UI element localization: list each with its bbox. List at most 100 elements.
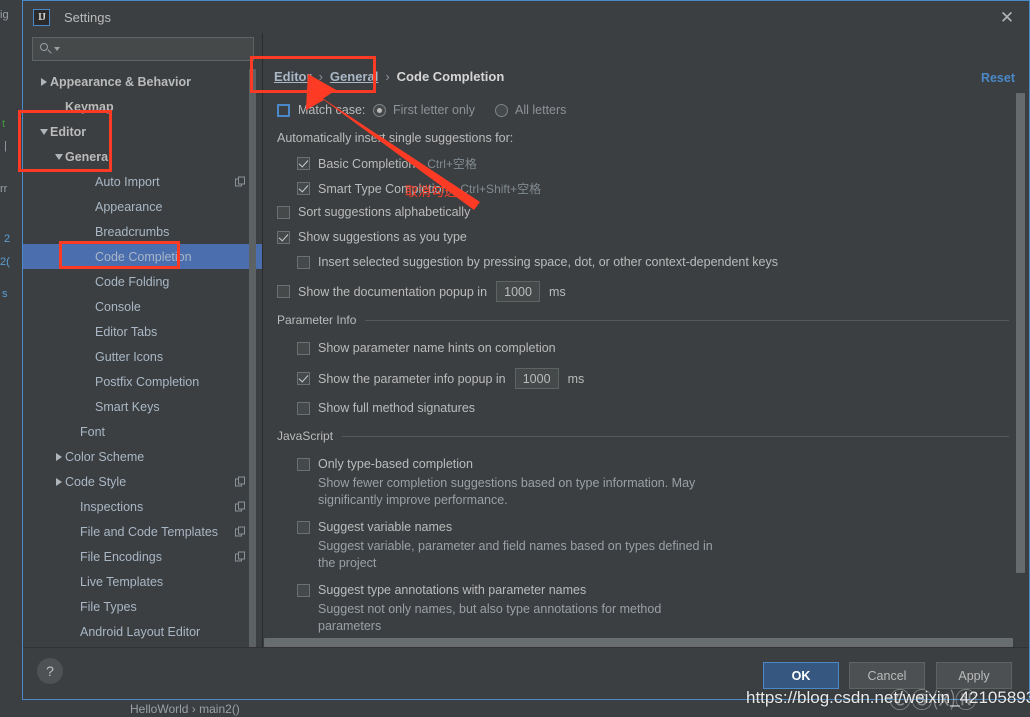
param-name-hints-checkbox[interactable] bbox=[297, 341, 310, 355]
show-as-you-type-row[interactable]: Show suggestions as you type bbox=[277, 230, 467, 244]
help-button[interactable]: ? bbox=[37, 658, 63, 684]
sidebar-item-label: Console bbox=[95, 299, 141, 314]
full-signatures-checkbox[interactable] bbox=[297, 401, 310, 415]
suggest-type-annotations-row[interactable]: Suggest type annotations with parameter … bbox=[297, 583, 586, 597]
chevron-right-icon[interactable] bbox=[52, 477, 65, 486]
param-info-popup-delay-field[interactable]: 1000 bbox=[514, 368, 559, 389]
sidebar-item-appearance-behavior[interactable]: Appearance & Behavior bbox=[23, 69, 262, 94]
sidebar-item-auto-import[interactable]: Auto Import bbox=[23, 169, 262, 194]
search-box[interactable] bbox=[32, 37, 254, 61]
close-icon[interactable]: ✕ bbox=[997, 7, 1017, 27]
sidebar-item-smart-keys[interactable]: Smart Keys bbox=[23, 394, 262, 419]
suggest-type-annotations-checkbox[interactable] bbox=[297, 583, 310, 597]
smart-type-completion-row[interactable]: Smart Type Completion Ctrl+Shift+空格 bbox=[297, 180, 541, 197]
apply-button[interactable]: Apply bbox=[936, 662, 1012, 689]
sidebar-item-label: Color Scheme bbox=[65, 449, 145, 464]
sidebar-item-appearance[interactable]: Appearance bbox=[23, 194, 262, 219]
match-case-row[interactable]: Match case: bbox=[277, 103, 365, 117]
content-vertical-scrollbar[interactable] bbox=[1016, 93, 1025, 573]
search-input[interactable] bbox=[64, 41, 247, 57]
smart-type-completion-shortcut: Ctrl+Shift+空格 bbox=[460, 182, 542, 196]
sidebar-item-general[interactable]: General bbox=[23, 144, 262, 169]
param-info-popup-checkbox[interactable] bbox=[297, 372, 310, 385]
doc-popup-checkbox[interactable] bbox=[277, 285, 290, 298]
insert-selected-checkbox[interactable] bbox=[297, 255, 310, 269]
content-vertical-scrollbar-thumb[interactable] bbox=[1016, 93, 1025, 573]
doc-popup-row[interactable]: Show the documentation popup in 1000 ms bbox=[277, 281, 566, 302]
sidebar-item-editor-tabs[interactable]: Editor Tabs bbox=[23, 319, 262, 344]
cancel-button[interactable]: Cancel bbox=[849, 662, 925, 689]
param-info-popup-row[interactable]: Show the parameter info popup in 1000 ms bbox=[297, 368, 584, 389]
chevron-down-icon[interactable] bbox=[37, 128, 50, 135]
sidebar-item-label: File Encodings bbox=[80, 549, 162, 564]
sidebar-item-label: Keymap bbox=[65, 99, 114, 114]
all-letters-label: All letters bbox=[515, 103, 567, 117]
insert-selected-row[interactable]: Insert selected suggestion by pressing s… bbox=[297, 255, 778, 269]
basic-completion-checkbox[interactable] bbox=[297, 157, 310, 170]
sidebar-scrollbar[interactable] bbox=[249, 69, 256, 647]
sidebar-item-code-style[interactable]: Code Style bbox=[23, 469, 262, 494]
smart-type-completion-checkbox[interactable] bbox=[297, 182, 310, 195]
sidebar-item-android-layout-editor[interactable]: Android Layout Editor bbox=[23, 619, 262, 644]
first-letter-only-radio[interactable] bbox=[373, 103, 386, 117]
chevron-right-icon[interactable] bbox=[52, 452, 65, 461]
sidebar-item-console[interactable]: Console bbox=[23, 294, 262, 319]
only-type-based-row[interactable]: Only type-based completion bbox=[297, 457, 473, 471]
insert-selected-label: Insert selected suggestion by pressing s… bbox=[318, 255, 778, 269]
sidebar-item-code-folding[interactable]: Code Folding bbox=[23, 269, 262, 294]
javascript-group-header: JavaScript bbox=[277, 429, 1009, 443]
copy-settings-icon bbox=[235, 551, 246, 562]
all-letters-radio-row[interactable]: All letters bbox=[495, 103, 566, 117]
sidebar-scrollbar-thumb[interactable] bbox=[249, 69, 256, 647]
basic-completion-row[interactable]: Basic Completion Ctrl+空格 bbox=[297, 155, 477, 172]
sort-alphabetically-checkbox[interactable] bbox=[277, 205, 290, 219]
sidebar-item-file-encodings[interactable]: File Encodings bbox=[23, 544, 262, 569]
match-case-checkbox[interactable] bbox=[277, 103, 290, 117]
sidebar-item-file-types[interactable]: File Types bbox=[23, 594, 262, 619]
breadcrumb-separator-2: › bbox=[385, 69, 390, 84]
sidebar-item-breadcrumbs[interactable]: Breadcrumbs bbox=[23, 219, 262, 244]
sidebar-item-inspections[interactable]: Inspections bbox=[23, 494, 262, 519]
content-horizontal-scrollbar-thumb[interactable] bbox=[264, 638, 1013, 647]
ide-left-edge bbox=[0, 0, 22, 717]
settings-detail-pane: Editor › General › Code Completion Reset… bbox=[262, 33, 1029, 647]
param-name-hints-row[interactable]: Show parameter name hints on completion bbox=[297, 341, 556, 355]
all-letters-radio[interactable] bbox=[495, 103, 508, 117]
suggest-variable-names-checkbox[interactable] bbox=[297, 520, 310, 534]
breadcrumb-item-editor[interactable]: Editor bbox=[274, 69, 312, 84]
only-type-based-description: Show fewer completion suggestions based … bbox=[318, 476, 696, 507]
dialog-body: Appearance & Behavior Keymap Editor General… bbox=[23, 33, 1029, 647]
sort-alphabetically-row[interactable]: Sort suggestions alphabetically bbox=[277, 205, 470, 219]
content-horizontal-scrollbar[interactable] bbox=[264, 638, 1013, 647]
sidebar-item-live-templates[interactable]: Live Templates bbox=[23, 569, 262, 594]
sidebar-item-color-scheme[interactable]: Color Scheme bbox=[23, 444, 262, 469]
ok-button[interactable]: OK bbox=[763, 662, 839, 689]
reset-link[interactable]: Reset bbox=[981, 71, 1015, 85]
sidebar-item-label: Postfix Completion bbox=[95, 374, 200, 389]
first-letter-only-radio-row[interactable]: First letter only bbox=[373, 103, 475, 117]
sidebar-item-label: Appearance & Behavior bbox=[50, 74, 192, 89]
doc-popup-delay-field[interactable]: 1000 bbox=[496, 281, 541, 302]
parameter-info-group-header: Parameter Info bbox=[277, 313, 1009, 327]
chevron-down-icon[interactable] bbox=[52, 153, 65, 160]
ide-background-text: 2 bbox=[4, 233, 11, 245]
chevron-right-icon[interactable] bbox=[37, 77, 50, 86]
sidebar-item-code-completion[interactable]: Code Completion bbox=[23, 244, 262, 269]
sidebar-item-keymap[interactable]: Keymap bbox=[23, 94, 262, 119]
sidebar-item-editor[interactable]: Editor bbox=[23, 119, 262, 144]
parameter-info-rule bbox=[365, 319, 1009, 321]
only-type-based-checkbox[interactable] bbox=[297, 457, 310, 471]
show-as-you-type-checkbox[interactable] bbox=[277, 230, 290, 244]
sidebar-item-gutter-icons[interactable]: Gutter Icons bbox=[23, 344, 262, 369]
sidebar-item-font[interactable]: Font bbox=[23, 419, 262, 444]
breadcrumb-item-general[interactable]: General bbox=[330, 69, 378, 84]
suggest-variable-names-row[interactable]: Suggest variable names bbox=[297, 520, 452, 534]
chevron-down-icon[interactable] bbox=[54, 47, 60, 51]
sidebar-item-label: Breadcrumbs bbox=[95, 224, 170, 239]
sidebar-item-file-and-code-templates[interactable]: File and Code Templates bbox=[23, 519, 262, 544]
breadcrumb-separator-1: › bbox=[318, 69, 323, 84]
full-signatures-row[interactable]: Show full method signatures bbox=[297, 401, 475, 415]
settings-tree[interactable]: Appearance & Behavior Keymap Editor General… bbox=[23, 69, 262, 647]
param-info-popup-label: Show the parameter info popup in bbox=[318, 371, 506, 386]
sidebar-item-postfix-completion[interactable]: Postfix Completion bbox=[23, 369, 262, 394]
